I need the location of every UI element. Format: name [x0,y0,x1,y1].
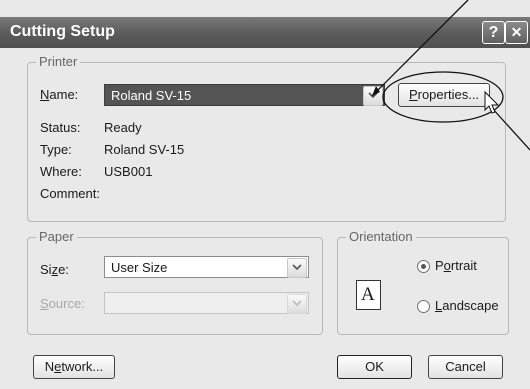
pointer-line-top [371,0,469,97]
mouse-cursor-icon [484,90,500,114]
callout-overlay [371,0,530,151]
pointer-arrowhead [372,86,380,96]
pointer-line-right [491,107,530,151]
